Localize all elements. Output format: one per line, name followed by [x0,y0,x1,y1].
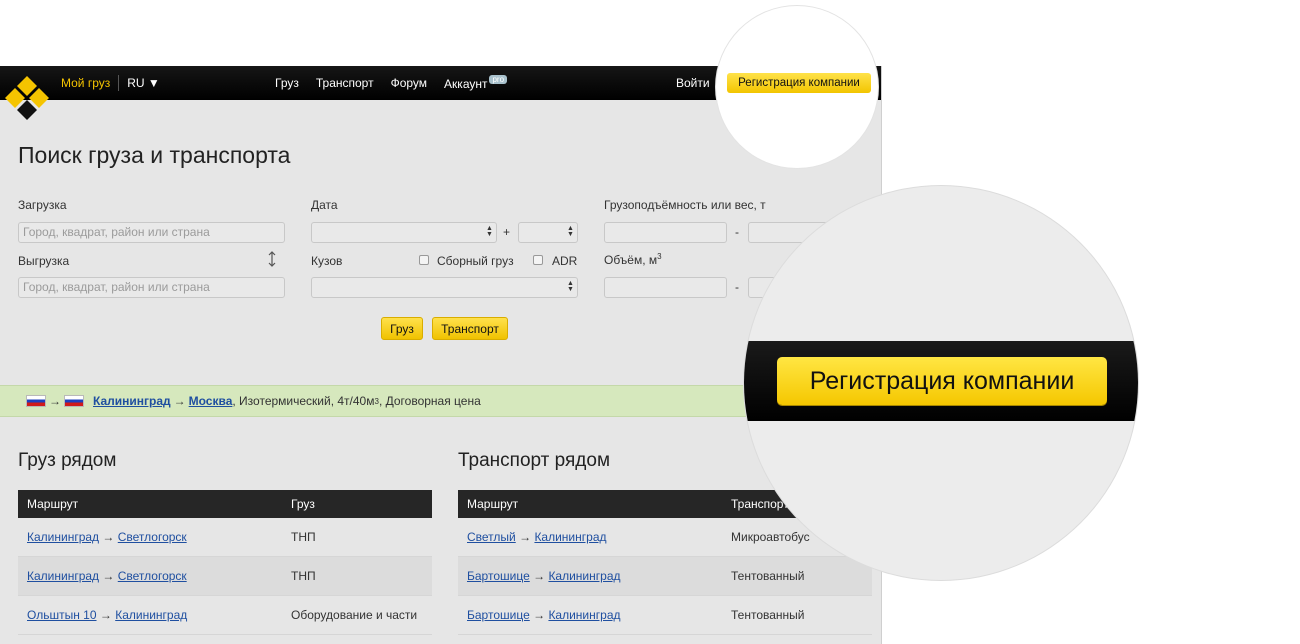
pro-badge: pro [489,75,508,84]
cargo-cell: Оборудование и части [291,608,418,622]
route-arrow: → [533,569,546,583]
combined-cargo-checkbox[interactable] [419,255,429,265]
cargo-nearby-table: Маршрут Груз Калининград → Светлогорск Т… [18,490,432,635]
register-company-button-highlighted[interactable]: Регистрация компании [727,73,871,93]
swap-icon[interactable] [266,251,278,267]
magnifier-circle: Регистрация компании [744,186,1138,580]
table-header: Маршрут Груз [18,490,432,518]
col-transport: Транспорт [731,497,789,511]
table-row[interactable]: Бартошице → Калининград Тентованный [458,557,872,596]
select-arrows-icon: ▲ ▼ [567,280,574,293]
logo-icon[interactable] [3,74,51,122]
volume-dash: - [735,280,739,294]
transport-cell: Тентованный [731,569,805,583]
select-arrows-icon: ▲ ▼ [567,225,574,238]
route-arrow: → [102,569,115,583]
offer-price: , Договорная цена [378,394,481,408]
capacity-dash: - [735,225,739,239]
main-nav: Груз Транспорт Форум Аккаунт pro [275,66,508,100]
route-from-link[interactable]: Калининград [27,569,99,583]
loading-label: Загрузка [18,198,67,212]
volume-label-text: Объём, м [604,253,658,267]
unloading-label: Выгрузка [18,254,70,268]
route-arrow: → [49,394,61,408]
nav-left: Мой груз RU ▼ [61,66,160,100]
col-route: Маршрут [467,497,519,511]
date-label: Дата [311,198,338,212]
col-route: Маршрут [27,497,79,511]
offer-to-link[interactable]: Москва [189,394,233,408]
loading-input[interactable]: Город, квадрат, район или страна [18,222,285,243]
capacity-from-input[interactable] [604,222,727,243]
combined-cargo-label: Сборный груз [437,254,514,268]
cargo-cell: ТНП [291,530,316,544]
cargo-nearby-title: Груз рядом [18,450,117,471]
page-title: Поиск груза и транспорта [18,142,291,168]
date-plus: + [503,225,511,239]
select-arrows-icon: ▲ ▼ [486,225,493,238]
capacity-label: Грузоподъёмность или вес, т [604,198,766,212]
search-cargo-button[interactable]: Груз [381,317,423,340]
nav-forum[interactable]: Форум [391,76,427,90]
route-from-link[interactable]: Бартошице [467,569,530,583]
route-from-link[interactable]: Светлый [467,530,516,544]
russia-flag-icon [64,395,84,407]
magnified-register-button[interactable]: Регистрация компании [777,357,1107,405]
route-cell: Бартошице → Калининград [458,569,723,583]
route-cell: Калининград → Светлогорск [18,569,283,583]
date-select[interactable]: ▲ ▼ [311,222,497,243]
login-link[interactable]: Войти [676,66,710,100]
adr-checkbox[interactable] [533,255,543,265]
table-row[interactable]: Ольштын 10 → Калининград Оборудование и … [18,596,432,635]
route-arrow: → [519,530,532,544]
date-range-select[interactable]: ▲ ▼ [518,222,578,243]
my-cargo-link[interactable]: Мой груз [61,76,110,90]
route-arrow: → [533,608,546,622]
language-selector[interactable]: RU ▼ [127,76,160,90]
cargo-cell: ТНП [291,569,316,583]
route-arrow: → [173,394,186,408]
route-from-link[interactable]: Калининград [27,530,99,544]
body-type-label: Кузов [311,254,343,268]
search-transport-button[interactable]: Транспорт [432,317,508,340]
route-cell: Бартошице → Калининград [458,608,723,622]
volume-from-input[interactable] [604,277,727,298]
nav-transport[interactable]: Транспорт [316,76,374,90]
offer-from-link[interactable]: Калининград [93,394,171,408]
nav-cargo[interactable]: Груз [275,76,299,90]
table-row[interactable]: Калининград → Светлогорск ТНП [18,557,432,596]
route-to-link[interactable]: Калининград [548,569,620,583]
route-to-link[interactable]: Калининград [534,530,606,544]
transport-cell: Тентованный [731,608,805,622]
route-to-link[interactable]: Калининград [115,608,187,622]
col-cargo: Груз [291,497,315,511]
russia-flag-icon [26,395,46,407]
route-cell: Калининград → Светлогорск [18,530,283,544]
nav-account[interactable]: Аккаунт pro [444,75,508,91]
route-arrow: → [99,608,112,622]
route-from-link[interactable]: Ольштын 10 [27,608,97,622]
table-row[interactable]: Бартошице → Калининград Тентованный [458,596,872,635]
transport-cell: Микроавтобус [731,530,810,544]
unloading-input[interactable]: Город, квадрат, район или страна [18,277,285,298]
route-cell: Ольштын 10 → Калининград [18,608,283,622]
route-arrow: → [102,530,115,544]
nav-account-label: Аккаунт [444,77,488,91]
route-cell: Светлый → Калининград [458,530,723,544]
transport-nearby-title: Транспорт рядом [458,450,611,471]
volume-label: Объём, м3 [604,252,662,267]
route-to-link[interactable]: Светлогорск [118,569,187,583]
body-type-select[interactable]: ▲ ▼ [311,277,578,298]
route-to-link[interactable]: Светлогорск [118,530,187,544]
route-from-link[interactable]: Бартошице [467,608,530,622]
adr-label: ADR [552,254,578,268]
offer-details: , Изотермический, 4т/40м [232,394,375,408]
nav-separator [118,75,120,91]
route-to-link[interactable]: Калининград [548,608,620,622]
volume-label-sup: 3 [657,252,662,261]
table-row[interactable]: Калининград → Светлогорск ТНП [18,518,432,557]
